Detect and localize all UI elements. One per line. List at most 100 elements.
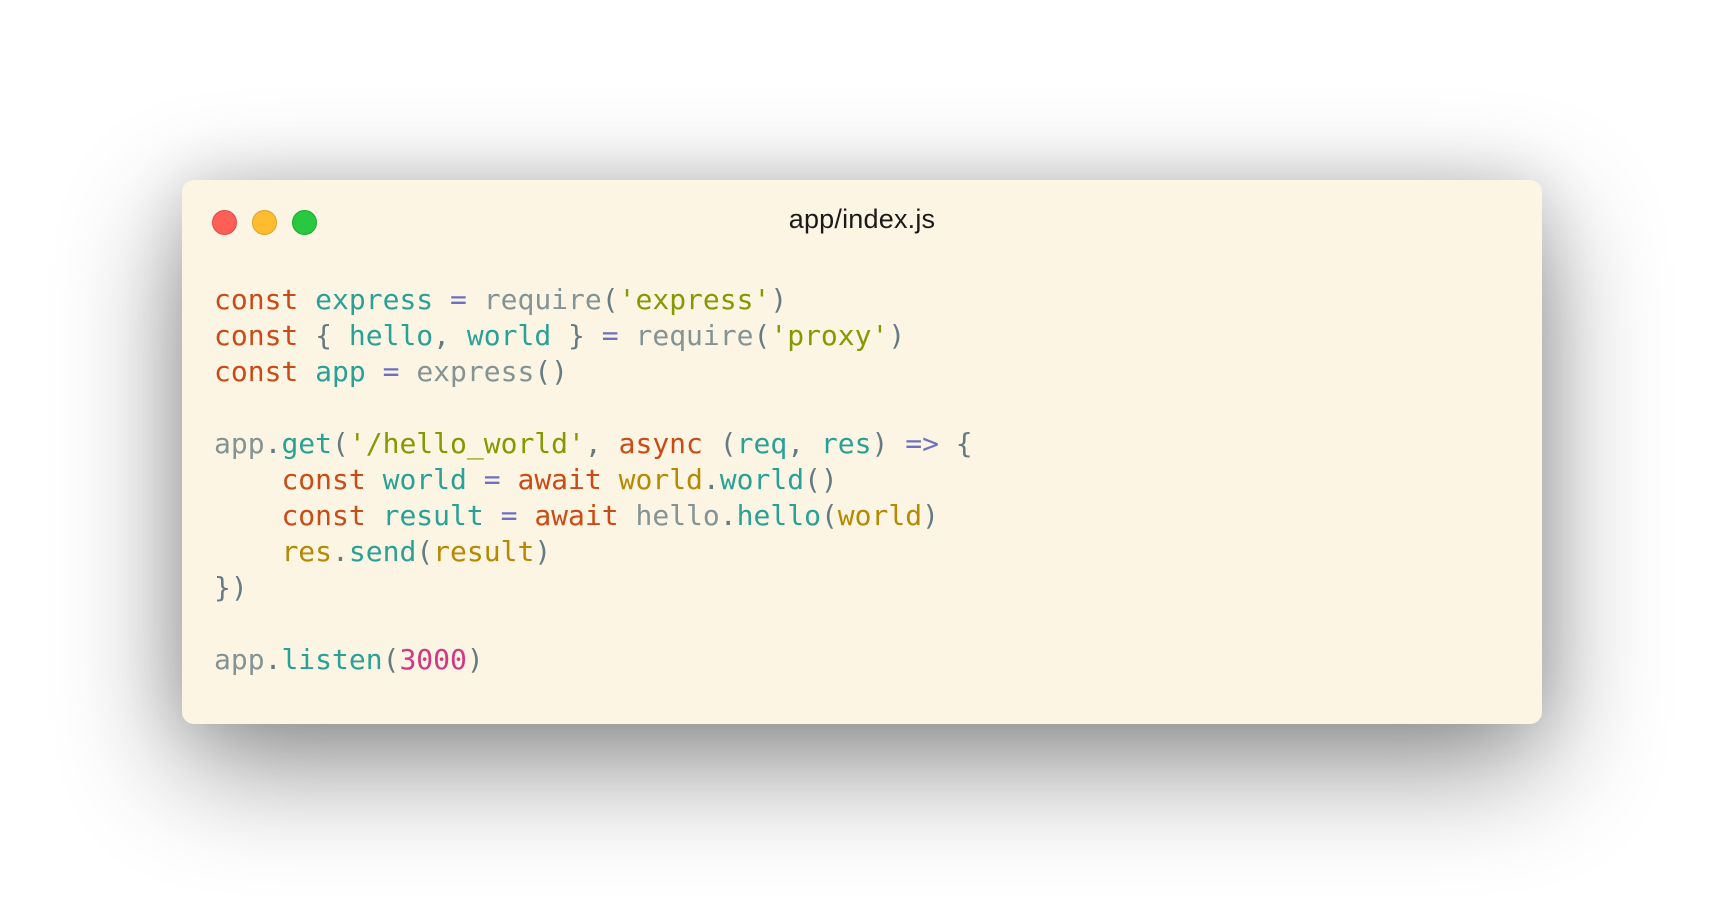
code-token: (: [601, 283, 619, 316]
code-token: (): [534, 355, 569, 388]
code-token: =>: [905, 427, 939, 460]
code-token: =: [601, 319, 619, 352]
code-token: res: [281, 535, 333, 568]
code-token: }: [551, 319, 602, 352]
code-token: world: [382, 463, 467, 496]
code-token: send: [348, 535, 417, 568]
code-token: ): [466, 643, 484, 676]
code-token: .: [332, 535, 349, 568]
code-token: hello: [635, 499, 720, 532]
code-token: async: [618, 427, 703, 460]
code-token: const: [214, 283, 299, 316]
code-token: {: [938, 427, 973, 460]
code-token: listen: [281, 643, 383, 676]
code-token: 'proxy': [770, 319, 889, 352]
code-token: express: [416, 355, 535, 388]
code-token: app: [214, 427, 265, 460]
code-token: await: [534, 499, 619, 532]
code-token: const: [214, 319, 299, 352]
code-token: (): [804, 463, 838, 496]
code-token: (: [382, 643, 400, 676]
code-token: ,: [584, 427, 619, 460]
code-line: const app = express(): [214, 354, 973, 390]
code-token: const: [214, 355, 299, 388]
code-token: ,: [433, 319, 467, 352]
code-token: await: [517, 463, 602, 496]
code-token: get: [281, 427, 333, 460]
code-token: express: [315, 283, 434, 316]
code-token: result: [433, 535, 535, 568]
code-line: const result = await hello.hello(world): [214, 498, 973, 534]
code-token: world: [719, 463, 805, 496]
code-token: ): [770, 283, 788, 316]
code-token: =: [500, 499, 518, 532]
code-token: (: [753, 319, 771, 352]
code-token: '/hello_world': [348, 427, 585, 460]
code-line: const express = require('express'): [214, 282, 973, 318]
code-token: world: [618, 463, 703, 496]
code-token: =: [483, 463, 501, 496]
code-token: ,: [787, 427, 821, 460]
code-line: res.send(result): [214, 534, 973, 570]
code-token: world: [466, 319, 552, 352]
code-token: require: [483, 283, 602, 316]
code-token: 3000: [399, 643, 467, 676]
code-token: app: [214, 643, 265, 676]
code-line: }): [214, 570, 973, 606]
code-token: ): [534, 535, 552, 568]
title-bar: app/index.js: [182, 180, 1542, 264]
code-line: const { hello, world } = require('proxy'…: [214, 318, 973, 354]
code-token: (: [332, 427, 349, 460]
code-token: .: [702, 463, 720, 496]
code-token: const: [281, 499, 366, 532]
code-token: res: [820, 427, 872, 460]
code-line: const world = await world.world(): [214, 462, 973, 498]
code-token: world: [837, 499, 923, 532]
code-line: app.listen(3000): [214, 642, 973, 678]
code-token: (: [702, 427, 737, 460]
code-token: ): [888, 319, 906, 352]
code-token: (: [416, 535, 434, 568]
code-block[interactable]: const express = require('express') const …: [214, 282, 973, 678]
code-token: require: [635, 319, 754, 352]
code-token: hello: [348, 319, 434, 352]
code-token: req: [736, 427, 788, 460]
window-title: app/index.js: [788, 204, 936, 234]
screenshot-stage: app/index.js const express = require('ex…: [0, 0, 1724, 904]
code-token: .: [264, 643, 282, 676]
code-token: =: [382, 355, 400, 388]
code-token: .: [719, 499, 737, 532]
code-token: ): [922, 499, 939, 532]
code-token: hello: [736, 499, 821, 532]
code-token: result: [382, 499, 484, 532]
code-token: 'express': [618, 283, 771, 316]
code-token: {: [298, 319, 349, 352]
code-token: (: [820, 499, 838, 532]
code-line: app.get('/hello_world', async (req, res)…: [214, 426, 973, 462]
code-token: app: [315, 355, 366, 388]
code-token: =: [450, 283, 467, 316]
code-window: app/index.js const express = require('ex…: [182, 180, 1542, 724]
code-token: .: [264, 427, 282, 460]
code-token: ): [871, 427, 906, 460]
code-token: }): [214, 571, 248, 604]
